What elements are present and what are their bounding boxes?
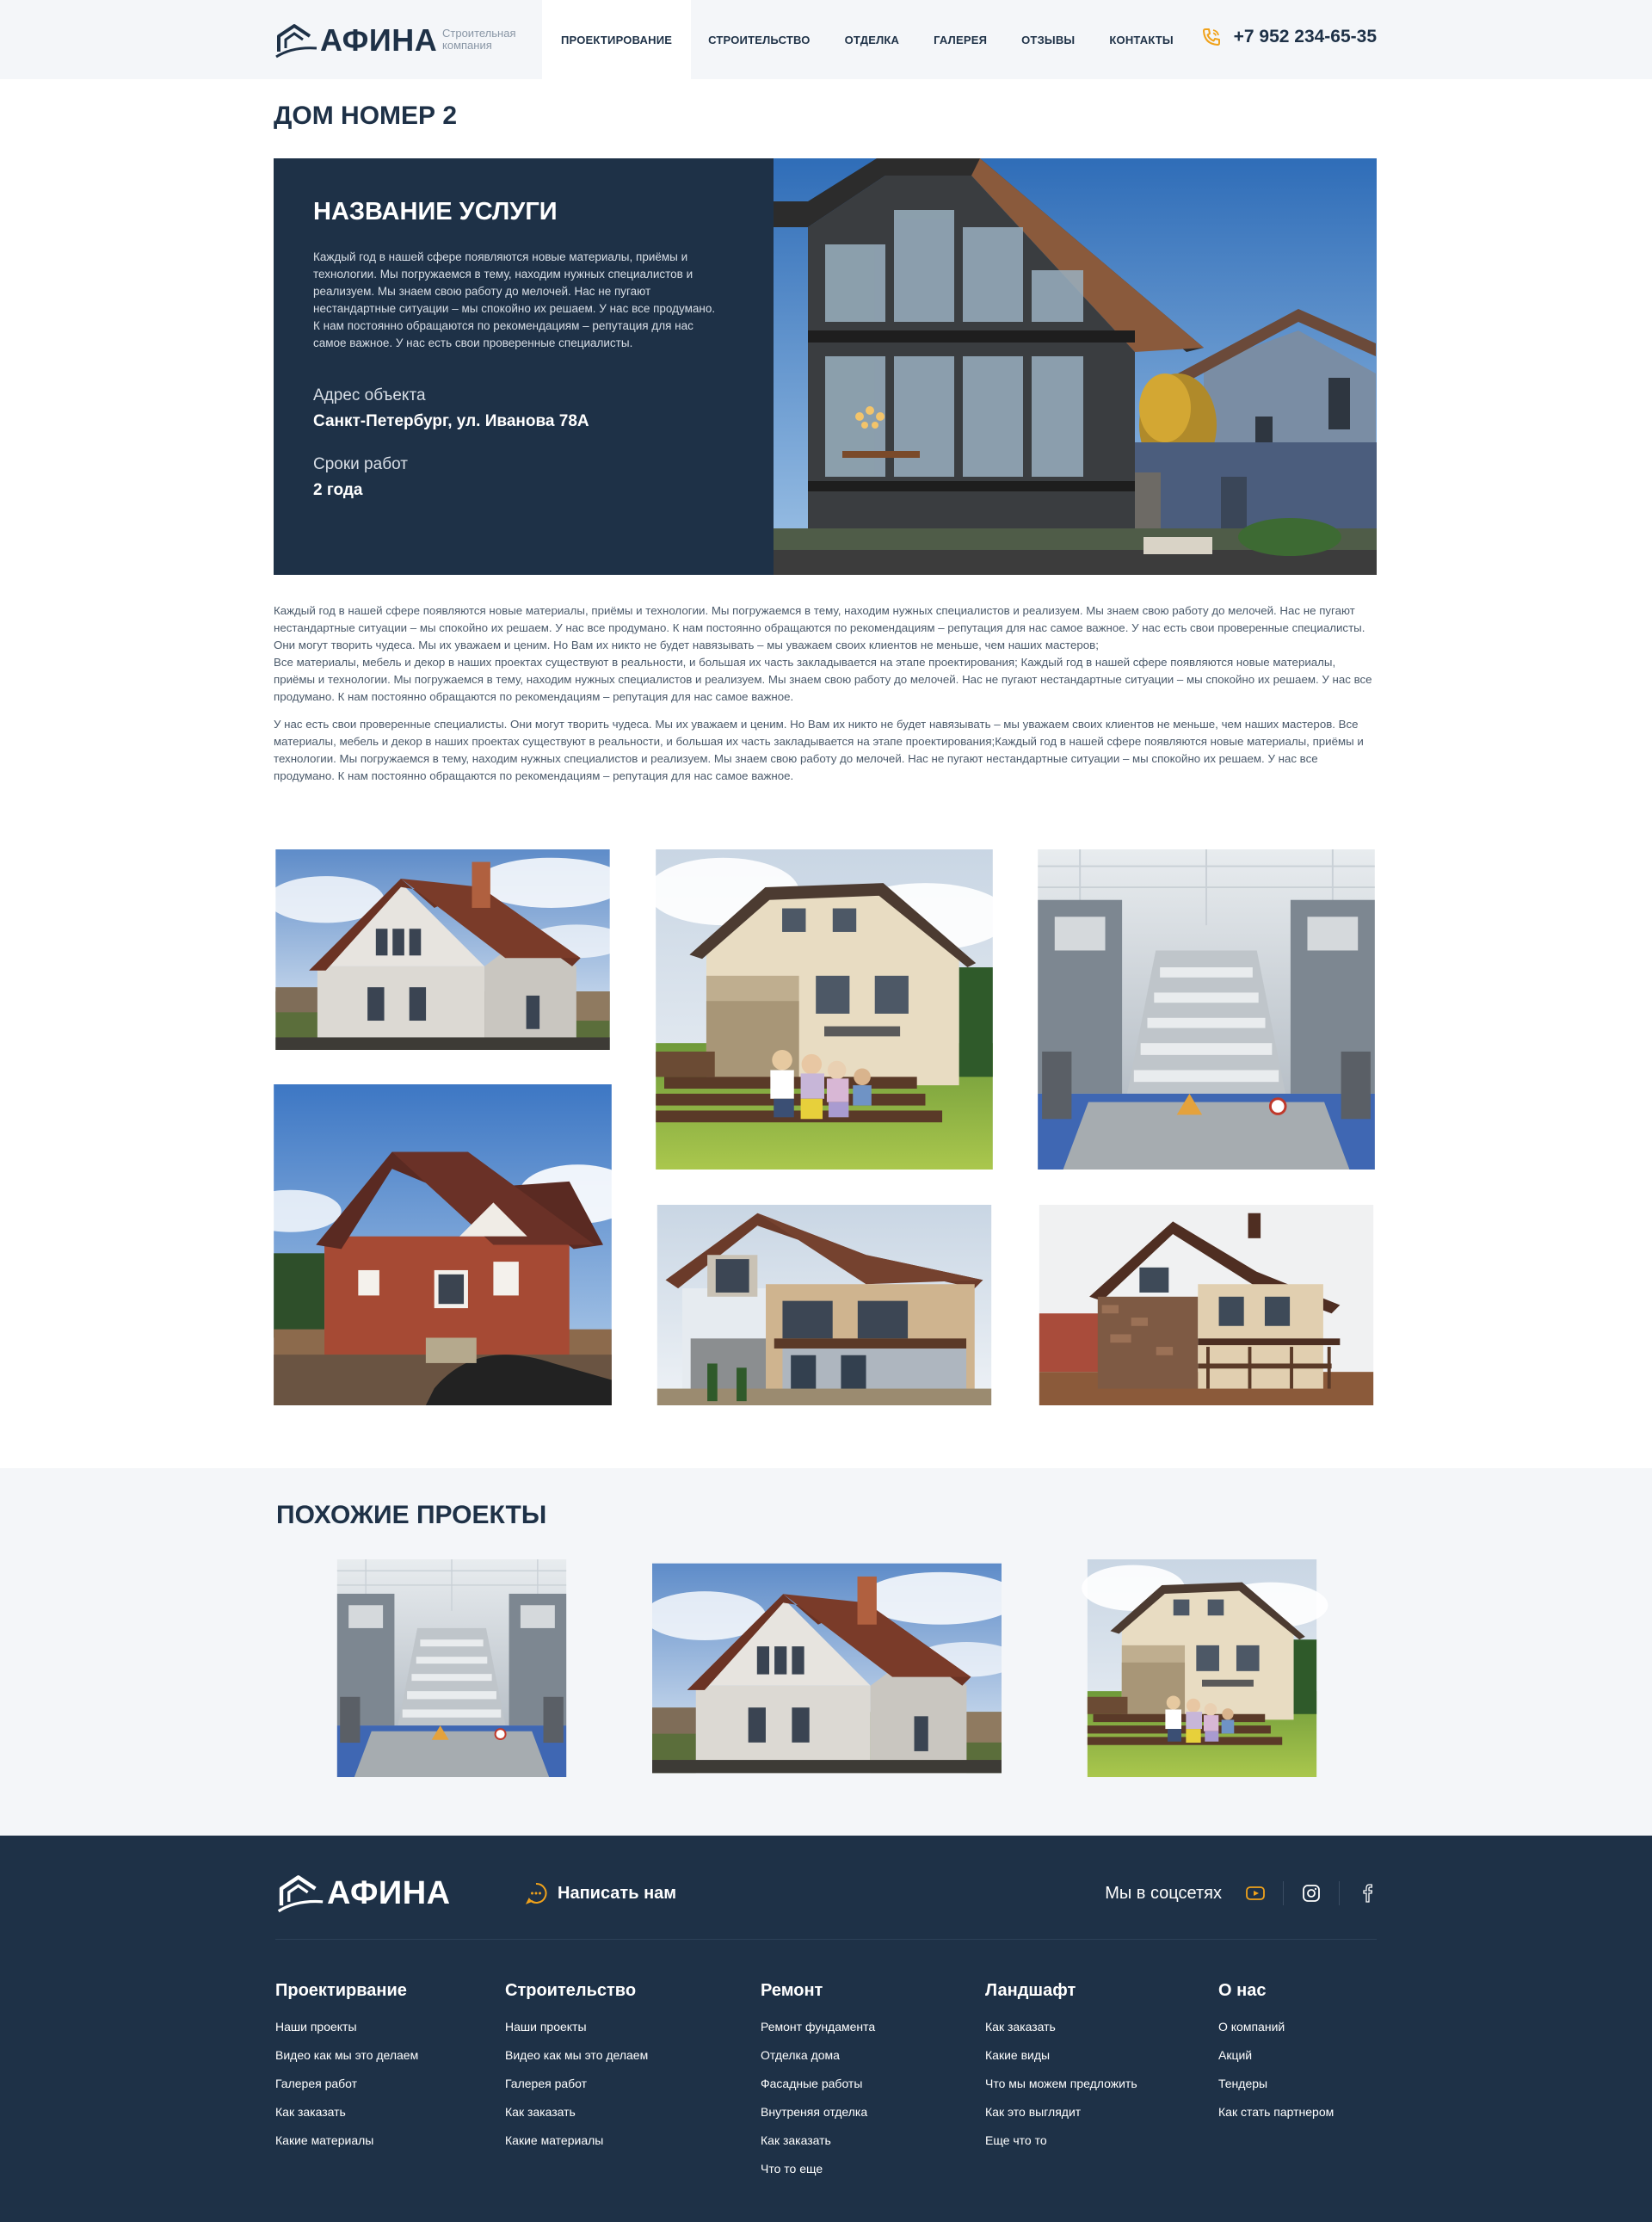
footer-column-title: Строительство [505, 1981, 637, 2000]
project-description: Каждый год в нашей сфере появляются новы… [274, 602, 1377, 795]
footer-divider [275, 1939, 1377, 1940]
page-title: ДОМ НОМЕР 2 [274, 102, 458, 130]
service-info-panel: НАЗВАНИЕ УСЛУГИ Каждый год в нашей сфере… [274, 158, 774, 575]
social-divider [1283, 1881, 1284, 1905]
gallery-photo[interactable] [274, 1084, 612, 1405]
service-title: НАЗВАНИЕ УСЛУГИ [313, 198, 558, 225]
similar-project-card[interactable] [652, 1559, 1002, 1777]
footer-link[interactable]: Как заказать [985, 2013, 1137, 2041]
footer-link[interactable]: Какие материалы [505, 2126, 648, 2155]
footer-column-construction: Строительство Наши проекты Видео как мы … [505, 1981, 648, 2155]
similar-projects-title: ПОХОЖИЕ ПРОЕКТЫ [276, 1501, 547, 1529]
footer-link[interactable]: Галерея работ [505, 2070, 648, 2098]
similar-project-card[interactable] [1027, 1559, 1377, 1777]
footer-link[interactable]: Акций [1218, 2041, 1334, 2070]
footer-link[interactable]: Какие материалы [275, 2126, 418, 2155]
social-divider [1339, 1881, 1340, 1905]
site-header: АФИНА Строительная компания ПРОЕКТИРОВАН… [0, 0, 1652, 79]
footer-link[interactable]: Галерея работ [275, 2070, 418, 2098]
similar-project-card[interactable] [277, 1559, 626, 1777]
house-logo-icon [275, 24, 317, 59]
footer-link[interactable]: Как это выглядит [985, 2098, 1137, 2126]
footer-column-title: Проектирвание [275, 1981, 407, 2000]
footer-column-landscape: Ландшафт Как заказать Какие виды Что мы … [985, 1981, 1137, 2155]
footer-link[interactable]: Отделка дома [761, 2041, 875, 2070]
nav-item-finishing[interactable]: ОТДЕЛКА [828, 0, 917, 79]
gallery-photo[interactable] [654, 849, 995, 1170]
footer-link[interactable]: Наши проекты [275, 2013, 418, 2041]
footer-link[interactable]: Видео как мы это делаем [505, 2041, 648, 2070]
footer-link[interactable]: Как заказать [505, 2098, 648, 2126]
social-label: Мы в соцсетях [1105, 1883, 1222, 1903]
footer-link[interactable]: Какие виды [985, 2041, 1137, 2070]
nav-item-design[interactable]: ПРОЕКТИРОВАНИЕ [542, 0, 692, 79]
footer-link[interactable]: Как заказать [761, 2126, 875, 2155]
gallery-photo[interactable] [654, 1205, 995, 1405]
footer-column-design: Проектирвание Наши проекты Видео как мы … [275, 1981, 418, 2155]
phone-icon [1202, 28, 1220, 46]
footer-column-title: О нас [1218, 1981, 1267, 2000]
logo-subtitle: Строительная компания [442, 27, 516, 52]
description-paragraph: У нас есть свои проверенные специалисты.… [274, 718, 1364, 782]
nav-item-gallery[interactable]: ГАЛЕРЕЯ [916, 0, 1004, 79]
house-logo-icon [277, 1875, 324, 1913]
nav-item-construction[interactable]: СТРОИТЕЛЬСТВО [691, 0, 828, 79]
gallery-photo[interactable] [1036, 849, 1377, 1170]
logo-text: АФИНА [320, 22, 438, 58]
social-links: Мы в соцсетях [1105, 1881, 1377, 1905]
phone-number: +7 952 234-65-35 [1233, 27, 1377, 46]
youtube-icon[interactable] [1246, 1884, 1265, 1903]
footer-link[interactable]: Тендеры [1218, 2070, 1334, 2098]
footer-link[interactable]: Что мы можем предложить [985, 2070, 1137, 2098]
instagram-icon[interactable] [1302, 1884, 1321, 1903]
footer-column-about: О нас О компаний Акций Тендеры Как стать… [1218, 1981, 1334, 2126]
write-us-label: Написать нам [558, 1883, 677, 1903]
facebook-icon[interactable] [1358, 1884, 1377, 1903]
footer-link[interactable]: Еще что то [985, 2126, 1137, 2155]
footer-link[interactable]: Ремонт фундамента [761, 2013, 875, 2041]
footer-column-repair: Ремонт Ремонт фундамента Отделка дома Фа… [761, 1981, 875, 2183]
footer-link[interactable]: Как заказать [275, 2098, 418, 2126]
gallery-photo[interactable] [274, 849, 612, 1050]
term-label: Сроки работ [313, 455, 408, 473]
footer-link[interactable]: Внутреняя отделка [761, 2098, 875, 2126]
footer-column-title: Ландшафт [985, 1981, 1076, 2000]
footer-column-title: Ремонт [761, 1981, 823, 2000]
footer-link[interactable]: Что то еще [761, 2155, 875, 2183]
main-nav: ПРОЕКТИРОВАНИЕ СТРОИТЕЛЬСТВО ОТДЕЛКА ГАЛ… [542, 0, 1191, 79]
footer-link[interactable]: О компаний [1218, 2013, 1334, 2041]
term-value: 2 года [313, 481, 363, 499]
nav-item-reviews[interactable]: ОТЗЫВЫ [1004, 0, 1092, 79]
footer-link[interactable]: Фасадные работы [761, 2070, 875, 2098]
chat-bubble-icon [525, 1882, 547, 1904]
footer-link[interactable]: Как стать партнером [1218, 2098, 1334, 2126]
header-logo[interactable]: АФИНА [274, 22, 437, 59]
address-label: Адрес объекта [313, 386, 426, 404]
header-phone[interactable]: +7 952 234-65-35 [1201, 27, 1377, 47]
footer-logo[interactable]: АФИНА [275, 1873, 451, 1913]
hero-house-image [774, 158, 1377, 575]
footer-link[interactable]: Наши проекты [505, 2013, 648, 2041]
write-us-link[interactable]: Написать нам [525, 1882, 676, 1904]
nav-item-contacts[interactable]: КОНТАКТЫ [1092, 0, 1190, 79]
footer-logo-text: АФИНА [327, 1874, 451, 1911]
address-value: Санкт-Петербург, ул. Иванова 78А [313, 412, 589, 430]
footer-link[interactable]: Видео как мы это делаем [275, 2041, 418, 2070]
gallery-photo[interactable] [1036, 1205, 1377, 1405]
service-description: Каждый год в нашей сфере появляются новы… [313, 250, 716, 349]
description-paragraph: Каждый год в нашей сфере появляются новы… [274, 604, 1372, 703]
